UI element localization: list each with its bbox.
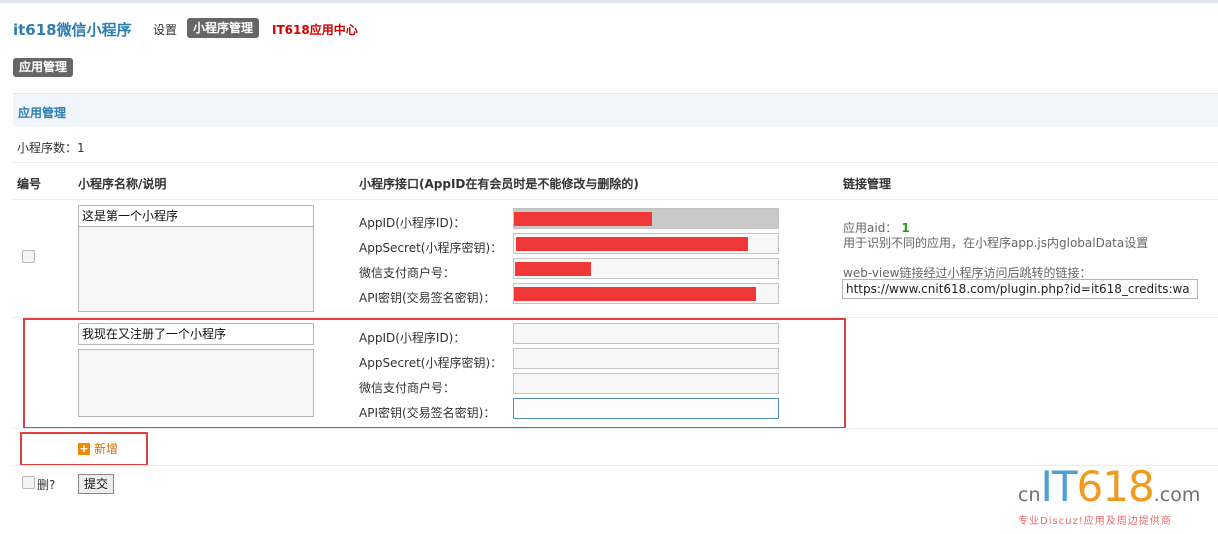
nav-settings-link[interactable]: 设置: [153, 21, 177, 38]
submit-button[interactable]: 提交: [78, 474, 114, 494]
col-header-api: 小程序接口(AppID在有会员时是不能修改与删除的): [359, 177, 639, 191]
col-header-name: 小程序名称/说明: [78, 177, 167, 191]
nav-miniprogram-manage-tab[interactable]: 小程序管理: [187, 18, 260, 38]
row-1-mch-input[interactable]: [513, 258, 779, 279]
divider: [13, 428, 1218, 429]
delete-checkbox[interactable]: [22, 476, 35, 489]
redaction-bar: [514, 287, 756, 301]
plugin-title: it618微信小程序: [13, 21, 132, 39]
divider: [13, 162, 1218, 163]
divider: [13, 199, 1218, 200]
app-aid-label: 应用aid：: [843, 221, 898, 235]
panel-title: 应用管理: [18, 106, 67, 120]
panel-header: 应用管理: [13, 93, 1218, 127]
miniprogram-count: 小程序数：1: [17, 141, 85, 155]
row-1-appsecret-label: AppSecret(小程序密钥)：: [359, 241, 503, 255]
row-1-description-textarea[interactable]: [78, 226, 314, 312]
redaction-bar: [514, 212, 652, 226]
watermark-logo-text: cnIT618.com: [1018, 462, 1201, 511]
app-aid-note: 用于识别不同的应用，在小程序app.js内globalData设置: [843, 236, 1149, 250]
redaction-bar: [515, 262, 591, 276]
add-highlight-box: [20, 432, 148, 466]
it618-watermark-logo: cnIT618.com 专业Discuz!应用及周边提供商: [1016, 460, 1216, 530]
row-1-select-checkbox[interactable]: [22, 250, 35, 263]
redaction-bar: [516, 237, 748, 251]
row-1-appsecret-input[interactable]: [513, 233, 779, 254]
app-aid-value: 1: [901, 221, 910, 235]
nav-app-center-link[interactable]: IT618应用中心: [272, 21, 358, 38]
new-row-highlight-box: [23, 318, 846, 429]
col-header-links: 链接管理: [843, 177, 892, 191]
webview-url-input[interactable]: https://www.cnit618.com/plugin.php?id=it…: [842, 279, 1198, 299]
row-1-apikey-input[interactable]: [513, 283, 779, 304]
watermark-tagline: 专业Discuz!应用及周边提供商: [1018, 516, 1172, 527]
delete-label: 删?: [37, 478, 56, 492]
row-1-apikey-label: API密钥(交易签名密钥)：: [359, 291, 496, 305]
row-1-appid-input[interactable]: [513, 208, 779, 229]
subtab-app-manage[interactable]: 应用管理: [13, 58, 74, 77]
col-header-id: 编号: [17, 177, 42, 191]
row-1-mch-label: 微信支付商户号：: [359, 266, 456, 280]
row-1-name-input[interactable]: 这是第一个小程序: [78, 205, 314, 227]
row-1-appid-label: AppID(小程序ID)：: [359, 216, 466, 230]
top-border: [0, 0, 1218, 3]
